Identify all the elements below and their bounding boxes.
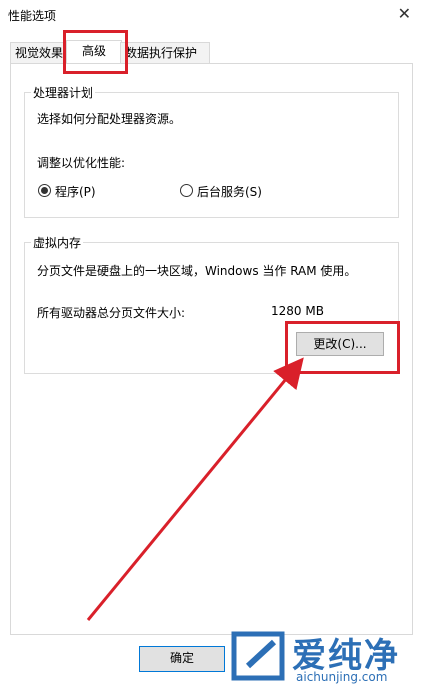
watermark-url: aichunjing.com bbox=[296, 670, 388, 684]
annotation-arrow bbox=[86, 357, 304, 621]
arrow-line bbox=[86, 357, 304, 621]
watermark-logo-icon bbox=[231, 631, 285, 681]
watermark: 爱纯净 aichunjing.com bbox=[228, 628, 421, 685]
